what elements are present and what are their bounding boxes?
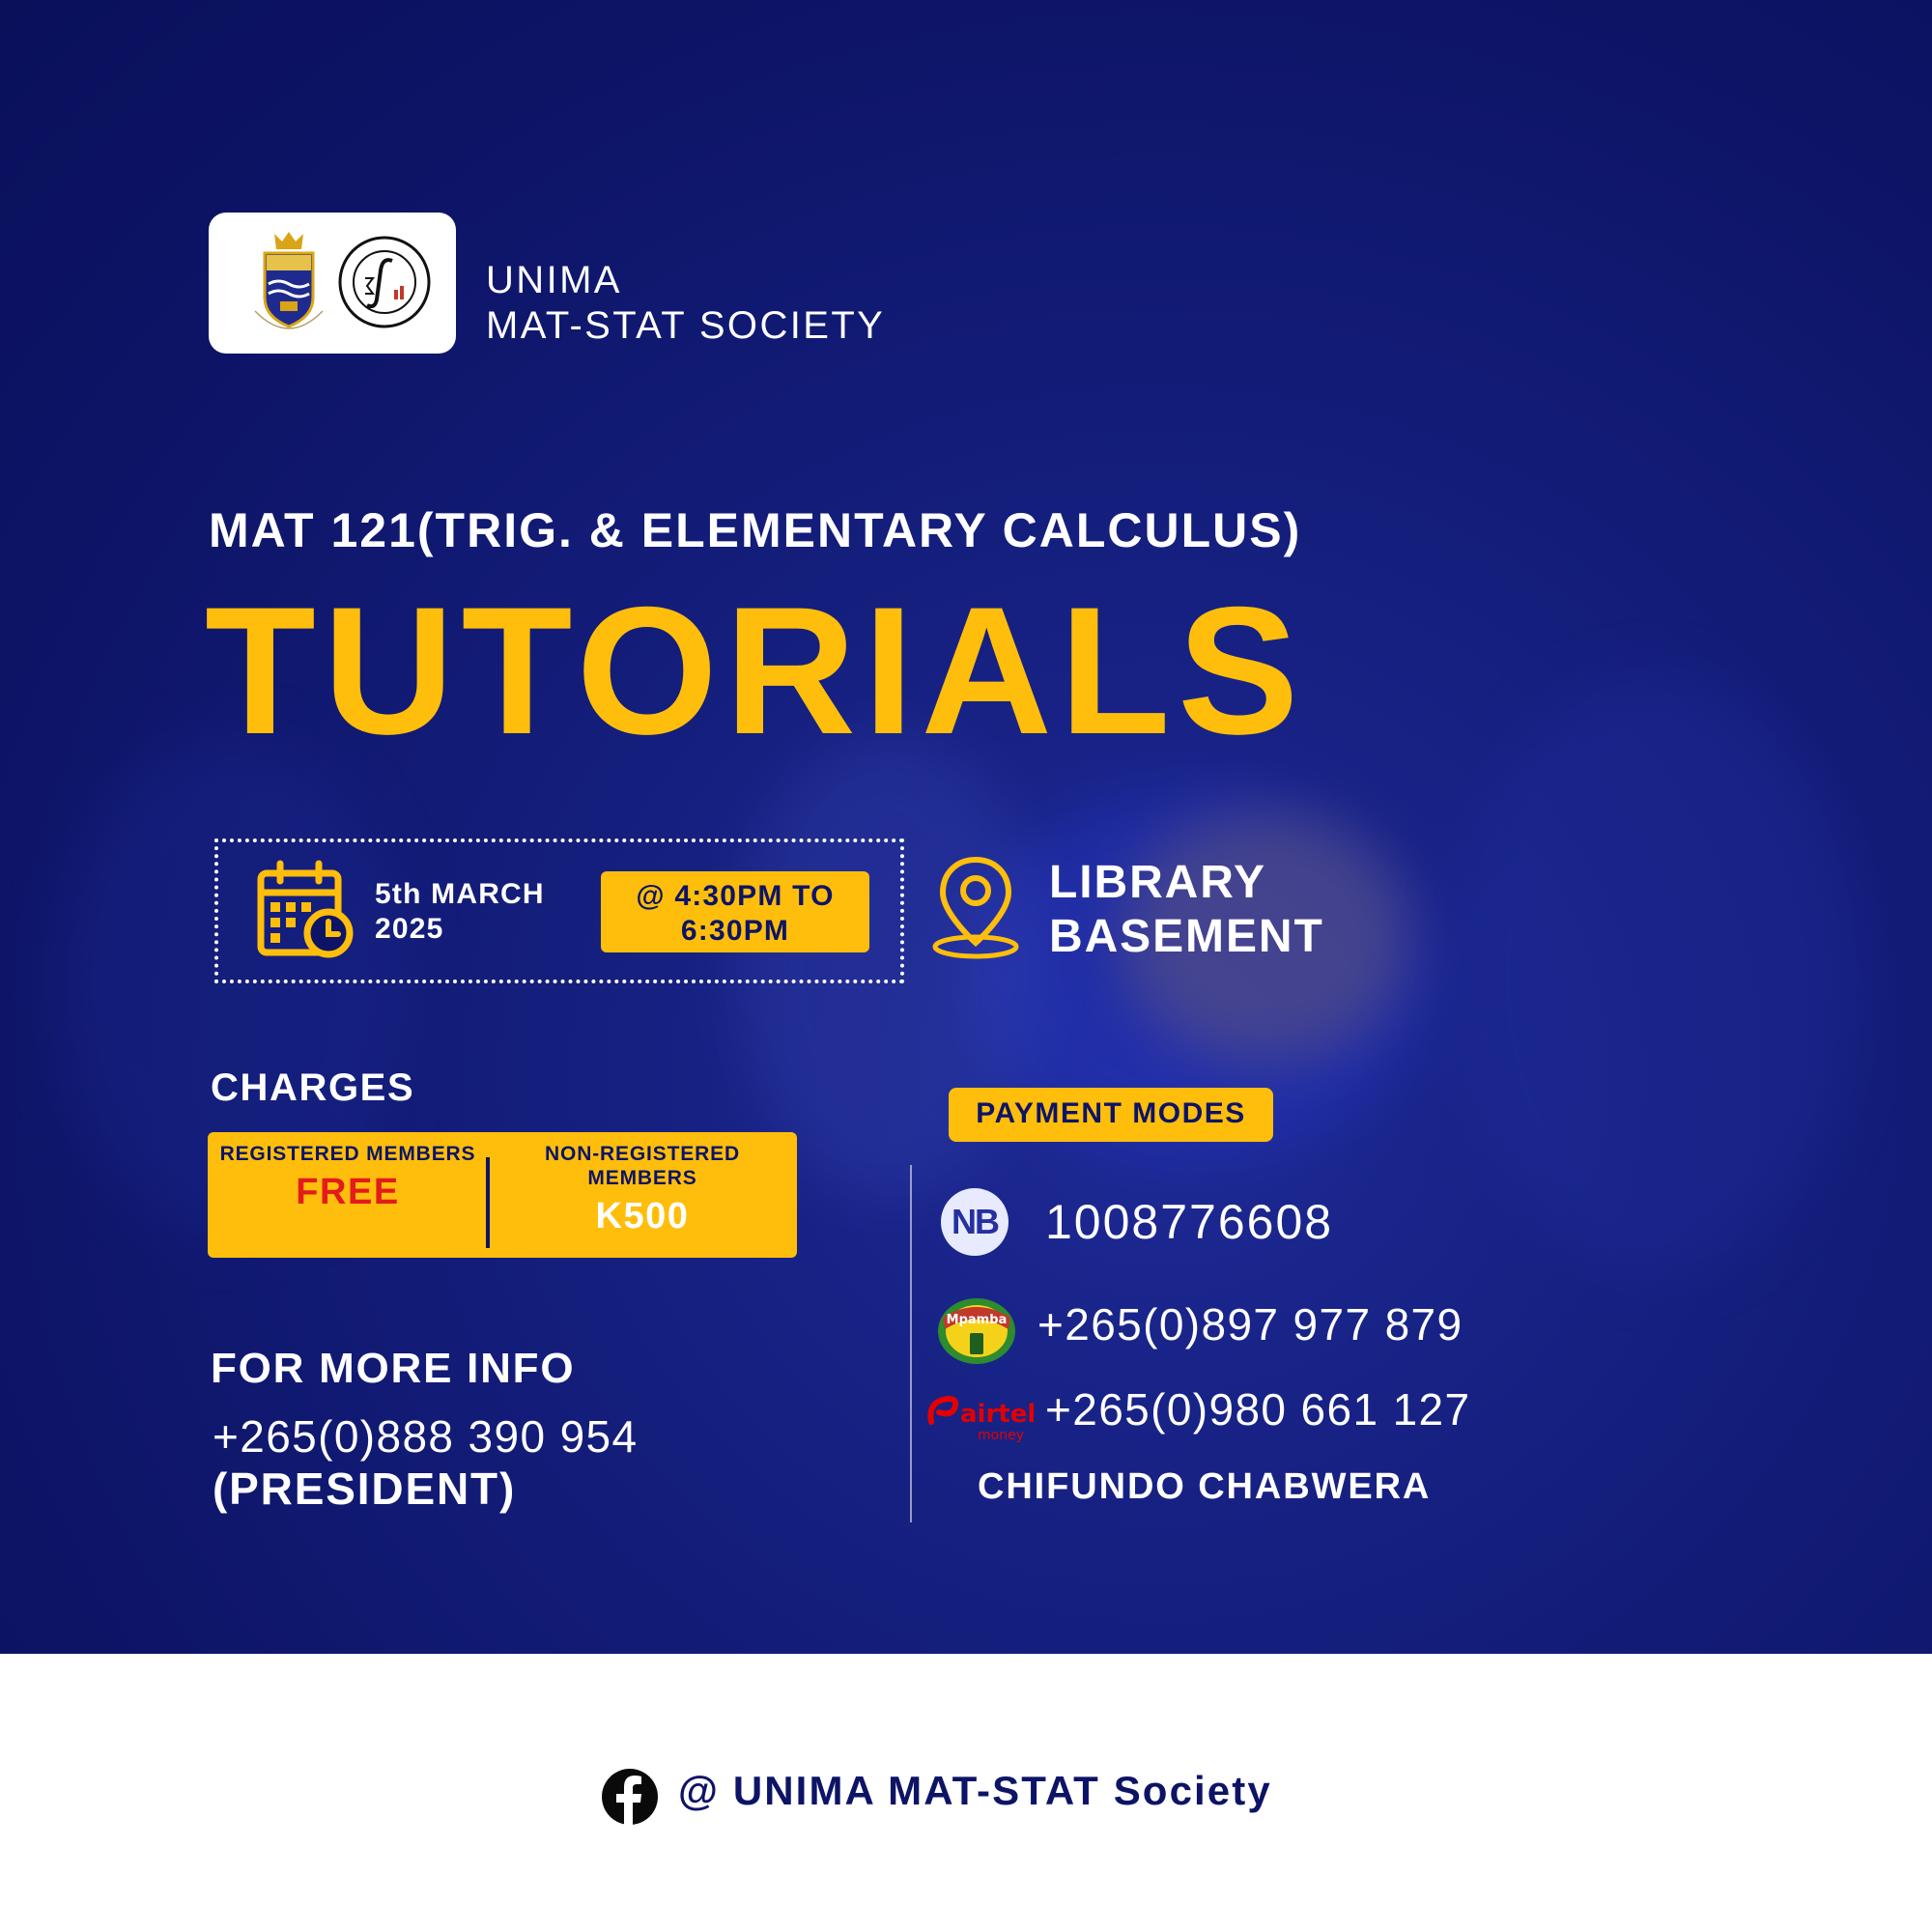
registered-members-charge: REGISTERED MEMBERS FREE: [208, 1142, 488, 1213]
charges-card: REGISTERED MEMBERS FREE NON-REGISTERED M…: [208, 1132, 797, 1258]
section-divider: [910, 1165, 912, 1522]
date-time-box: 5th MARCH 2025 @ 4:30PM TO 6:30PM: [214, 838, 904, 983]
nonregistered-members-charge: NON-REGISTERED MEMBERS K500: [502, 1142, 782, 1237]
time-pill: @ 4:30PM TO 6:30PM: [601, 871, 869, 952]
payment-modes-pill: PAYMENT MODES: [949, 1088, 1273, 1142]
poster: UNIMA MAT-STAT SOCIETY MAT 121(TRIG. & E…: [0, 0, 1932, 1932]
course-title: MAT 121(TRIG. & ELEMENTARY CALCULUS): [209, 503, 1302, 557]
charges-divider: [486, 1157, 490, 1248]
calendar-clock-icon: [257, 860, 354, 958]
bank-logo-text: NB: [952, 1202, 1000, 1241]
logo-card: [209, 213, 456, 354]
charges-title: CHARGES: [211, 1066, 415, 1109]
facebook-handle[interactable]: @ UNIMA MAT-STAT Society: [678, 1768, 1272, 1814]
airtel-money-number: +265(0)980 661 127: [1045, 1384, 1471, 1435]
facebook-icon[interactable]: [601, 1768, 659, 1826]
payment-account-name: CHIFUNDO CHABWERA: [978, 1466, 1432, 1507]
event-venue: LIBRARY BASEMENT: [1049, 857, 1324, 962]
hero-background: UNIMA MAT-STAT SOCIETY MAT 121(TRIG. & E…: [0, 0, 1932, 1654]
background-figure-blur: [1449, 676, 1855, 1275]
nonregistered-members-label: NON-REGISTERED MEMBERS: [545, 1143, 740, 1189]
mpamba-logo-icon: Mpamba: [938, 1298, 1015, 1364]
mat-stat-society-seal-logo: [338, 236, 431, 328]
more-info-role: (PRESIDENT): [213, 1463, 517, 1514]
payment-modes-title: PAYMENT MODES: [976, 1097, 1246, 1129]
event-date: 5th MARCH 2025: [375, 878, 545, 945]
mpamba-number: +265(0)897 977 879: [1037, 1299, 1463, 1350]
airtel-money-logo-icon: airtel money: [927, 1395, 1034, 1443]
nonregistered-members-value: K500: [595, 1196, 690, 1236]
airtel-logo-text: airtel: [960, 1400, 1034, 1429]
headline: TUTORIALS: [205, 569, 1306, 772]
mpamba-logo-text: Mpamba: [947, 1313, 1008, 1327]
bank-account-number: 1008776608: [1045, 1195, 1334, 1249]
more-info-phone: +265(0)888 390 954: [213, 1411, 639, 1462]
bank-logo-icon: NB: [941, 1188, 1009, 1256]
org-name-line2: MAT-STAT SOCIETY: [486, 304, 886, 347]
registered-members-label: REGISTERED MEMBERS: [219, 1143, 476, 1165]
event-time: @ 4:30PM TO 6:30PM: [636, 880, 835, 947]
more-info-title: FOR MORE INFO: [211, 1345, 576, 1392]
airtel-logo-sub: money: [978, 1428, 1024, 1443]
footer: @ UNIMA MAT-STAT Society: [0, 1654, 1932, 1932]
org-name-line1: UNIMA: [486, 259, 622, 301]
registered-members-value: FREE: [296, 1172, 400, 1212]
university-crest-logo: [254, 232, 324, 329]
location-pin-icon: [932, 856, 1019, 959]
